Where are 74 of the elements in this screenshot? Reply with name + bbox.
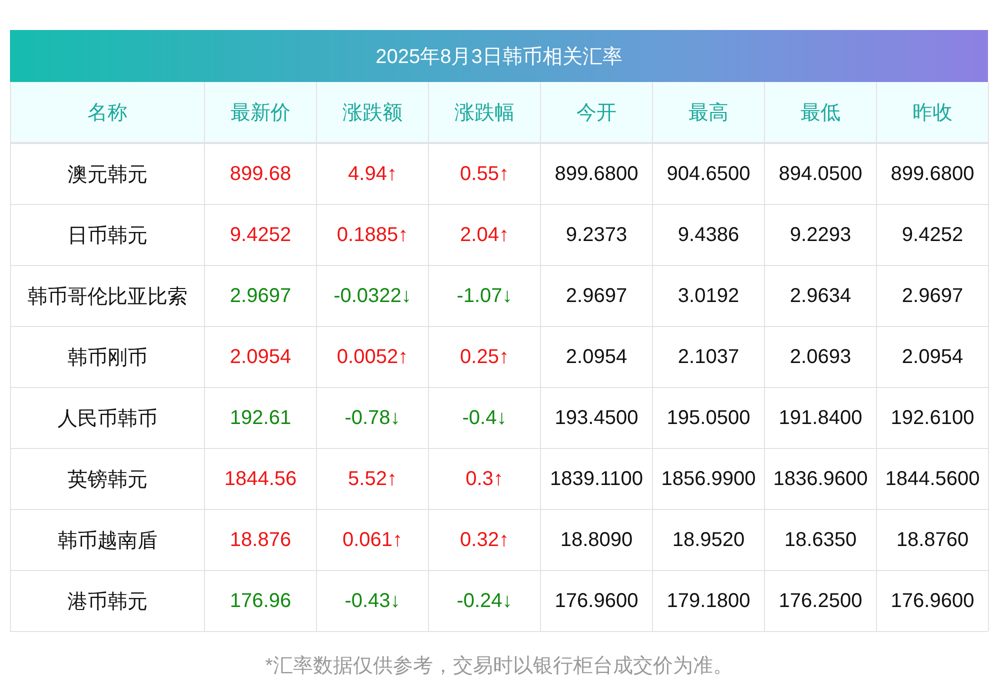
high-cell: 18.9520 <box>653 509 765 570</box>
currency-pair-cell: 日币韩元 <box>10 204 205 265</box>
previous-close-cell: 2.9697 <box>877 265 989 326</box>
column-header: 最高 <box>653 82 765 143</box>
low-cell: 176.2500 <box>765 570 877 631</box>
previous-close-cell: 176.9600 <box>877 570 989 631</box>
currency-pair-cell: 韩币哥伦比亚比索 <box>10 265 205 326</box>
column-header: 最低 <box>765 82 877 143</box>
high-cell: 195.0500 <box>653 387 765 448</box>
change-cell: 4.94↑ <box>317 143 429 204</box>
previous-close-cell: 899.6800 <box>877 143 989 204</box>
currency-pair-cell: 人民币韩币 <box>10 387 205 448</box>
high-cell: 179.1800 <box>653 570 765 631</box>
change-cell: 0.0052↑ <box>317 326 429 387</box>
latest-price-cell: 2.0954 <box>205 326 317 387</box>
open-cell: 18.8090 <box>541 509 653 570</box>
column-header: 昨收 <box>877 82 989 143</box>
currency-pair-cell: 港币韩元 <box>10 570 205 631</box>
change-cell: 5.52↑ <box>317 448 429 509</box>
high-cell: 904.6500 <box>653 143 765 204</box>
open-cell: 193.4500 <box>541 387 653 448</box>
open-cell: 1839.1100 <box>541 448 653 509</box>
change-cell: 0.1885↑ <box>317 204 429 265</box>
latest-price-cell: 9.4252 <box>205 204 317 265</box>
low-cell: 2.0693 <box>765 326 877 387</box>
open-cell: 2.9697 <box>541 265 653 326</box>
high-cell: 3.0192 <box>653 265 765 326</box>
low-cell: 2.9634 <box>765 265 877 326</box>
high-cell: 2.1037 <box>653 326 765 387</box>
change-cell: -0.43↓ <box>317 570 429 631</box>
change-percent-cell: 0.32↑ <box>429 509 541 570</box>
previous-close-cell: 192.6100 <box>877 387 989 448</box>
change-percent-cell: 0.55↑ <box>429 143 541 204</box>
high-cell: 1856.9900 <box>653 448 765 509</box>
low-cell: 9.2293 <box>765 204 877 265</box>
change-cell: -0.78↓ <box>317 387 429 448</box>
high-cell: 9.4386 <box>653 204 765 265</box>
change-percent-cell: 0.25↑ <box>429 326 541 387</box>
currency-pair-cell: 韩币越南盾 <box>10 509 205 570</box>
change-percent-cell: -0.24↓ <box>429 570 541 631</box>
change-percent-cell: 2.04↑ <box>429 204 541 265</box>
currency-pair-cell: 韩币刚币 <box>10 326 205 387</box>
latest-price-cell: 192.61 <box>205 387 317 448</box>
latest-price-cell: 899.68 <box>205 143 317 204</box>
open-cell: 899.6800 <box>541 143 653 204</box>
latest-price-cell: 2.9697 <box>205 265 317 326</box>
latest-price-cell: 1844.56 <box>205 448 317 509</box>
currency-pair-cell: 英镑韩元 <box>10 448 205 509</box>
column-header: 涨跌额 <box>317 82 429 143</box>
previous-close-cell: 2.0954 <box>877 326 989 387</box>
open-cell: 2.0954 <box>541 326 653 387</box>
change-cell: -0.0322↓ <box>317 265 429 326</box>
change-cell: 0.061↑ <box>317 509 429 570</box>
footnote: *汇率数据仅供参考，交易时以银行柜台成交价为准。 <box>264 654 734 679</box>
change-percent-cell: 0.3↑ <box>429 448 541 509</box>
column-header: 今开 <box>541 82 653 143</box>
latest-price-cell: 18.876 <box>205 509 317 570</box>
open-cell: 176.9600 <box>541 570 653 631</box>
column-header: 名称 <box>10 82 205 143</box>
open-cell: 9.2373 <box>541 204 653 265</box>
change-percent-cell: -0.4↓ <box>429 387 541 448</box>
previous-close-cell: 9.4252 <box>877 204 989 265</box>
low-cell: 1836.9600 <box>765 448 877 509</box>
low-cell: 894.0500 <box>765 143 877 204</box>
column-header: 最新价 <box>205 82 317 143</box>
previous-close-cell: 1844.5600 <box>877 448 989 509</box>
currency-pair-cell: 澳元韩元 <box>10 143 205 204</box>
low-cell: 18.6350 <box>765 509 877 570</box>
table-title: 2025年8月3日韩币相关汇率 <box>10 30 988 82</box>
low-cell: 191.8400 <box>765 387 877 448</box>
change-percent-cell: -1.07↓ <box>429 265 541 326</box>
latest-price-cell: 176.96 <box>205 570 317 631</box>
column-header: 涨跌幅 <box>429 82 541 143</box>
previous-close-cell: 18.8760 <box>877 509 989 570</box>
